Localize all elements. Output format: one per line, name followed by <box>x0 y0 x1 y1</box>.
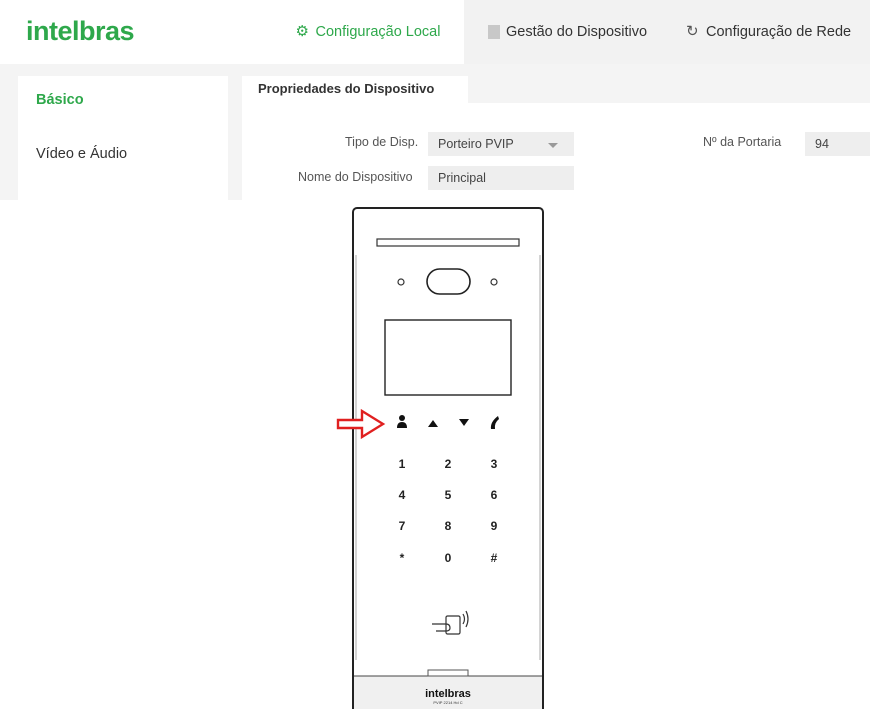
keypad-key-9[interactable]: 9 <box>491 519 498 533</box>
keypad-key-4[interactable]: 4 <box>399 488 406 502</box>
keypad-key-8[interactable]: 8 <box>445 519 452 533</box>
keypad-key-5[interactable]: 5 <box>445 488 452 502</box>
keypad-key-7[interactable]: 7 <box>399 519 406 533</box>
keypad-key-3[interactable]: 3 <box>491 457 498 471</box>
keypad-key-0[interactable]: 0 <box>445 551 452 565</box>
keypad-key-1[interactable]: 1 <box>399 457 406 471</box>
keypad-key-star[interactable]: * <box>400 551 405 565</box>
camera-lens <box>426 268 471 295</box>
device-brand-label: intelbras <box>425 688 471 700</box>
keypad-key-2[interactable]: 2 <box>445 457 452 471</box>
display-screen <box>384 319 512 396</box>
speaker-slot <box>376 238 520 247</box>
keypad-key-hash[interactable]: # <box>491 551 498 565</box>
keypad-key-6[interactable]: 6 <box>491 488 498 502</box>
device-illustration: 1 2 3 4 5 6 7 8 9 * 0 # intelbras PVIP 2… <box>336 207 544 709</box>
device-model-label: PVIP 2214 Hd C <box>433 700 462 705</box>
